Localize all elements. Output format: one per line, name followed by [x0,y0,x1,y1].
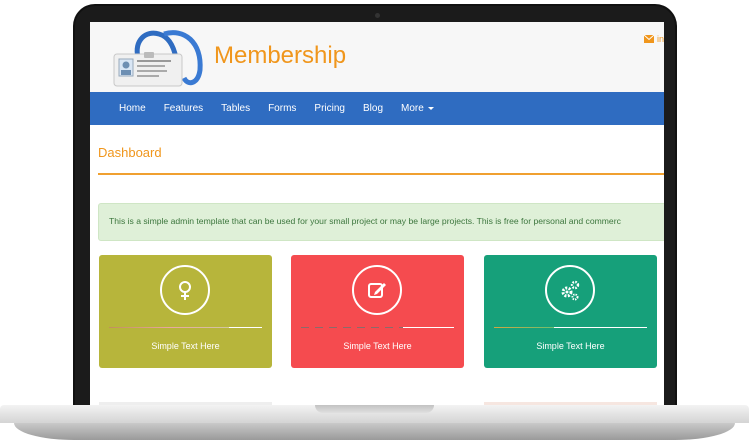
card-divider [494,327,647,328]
stat-card-1[interactable]: Simple Text Here [99,255,272,368]
mail-text: in [656,34,664,44]
card-label: Simple Text Here [536,341,605,351]
nav-item-more[interactable]: More [392,92,443,125]
laptop-mockup: Membership in Home Features Tables Forms… [0,0,749,442]
mail-link[interactable]: in [643,34,664,44]
card-icon-circle [352,265,402,315]
card-divider [109,327,262,328]
title-divider [98,173,664,175]
card-icon-circle [545,265,595,315]
stat-card-3[interactable]: Simple Text Here [484,255,657,368]
nav-item-blog[interactable]: Blog [354,92,392,125]
id-badge-lanyard-icon[interactable] [104,28,208,88]
nav-item-pricing[interactable]: Pricing [305,92,354,125]
base-notch [315,405,434,413]
nav-more-label: More [401,103,424,114]
card-icon-circle [160,265,210,315]
base-bottom [14,423,735,440]
cogs-icon [561,280,580,301]
chevron-down-icon [427,107,434,110]
site-header: Membership in [90,22,664,92]
screen: Membership in Home Features Tables Forms… [90,22,664,406]
card-label: Simple Text Here [151,341,220,351]
nav-item-tables[interactable]: Tables [212,92,259,125]
page-title: Dashboard [98,145,162,160]
nav-item-home[interactable]: Home [110,92,155,125]
info-alert: This is a simple admin template that can… [98,203,664,241]
envelope-icon [643,35,654,43]
stat-card-2[interactable]: Simple Text Here [291,255,464,368]
nav-item-forms[interactable]: Forms [259,92,305,125]
laptop-base [0,405,749,442]
camera-icon [375,13,380,18]
main-nav: Home Features Tables Forms Pricing Blog … [90,92,664,125]
card-divider [301,327,454,328]
nav-item-features[interactable]: Features [155,92,212,125]
brand-title[interactable]: Membership [214,42,346,70]
edit-icon [368,283,386,298]
card-label: Simple Text Here [343,341,412,351]
female-icon [179,281,191,300]
